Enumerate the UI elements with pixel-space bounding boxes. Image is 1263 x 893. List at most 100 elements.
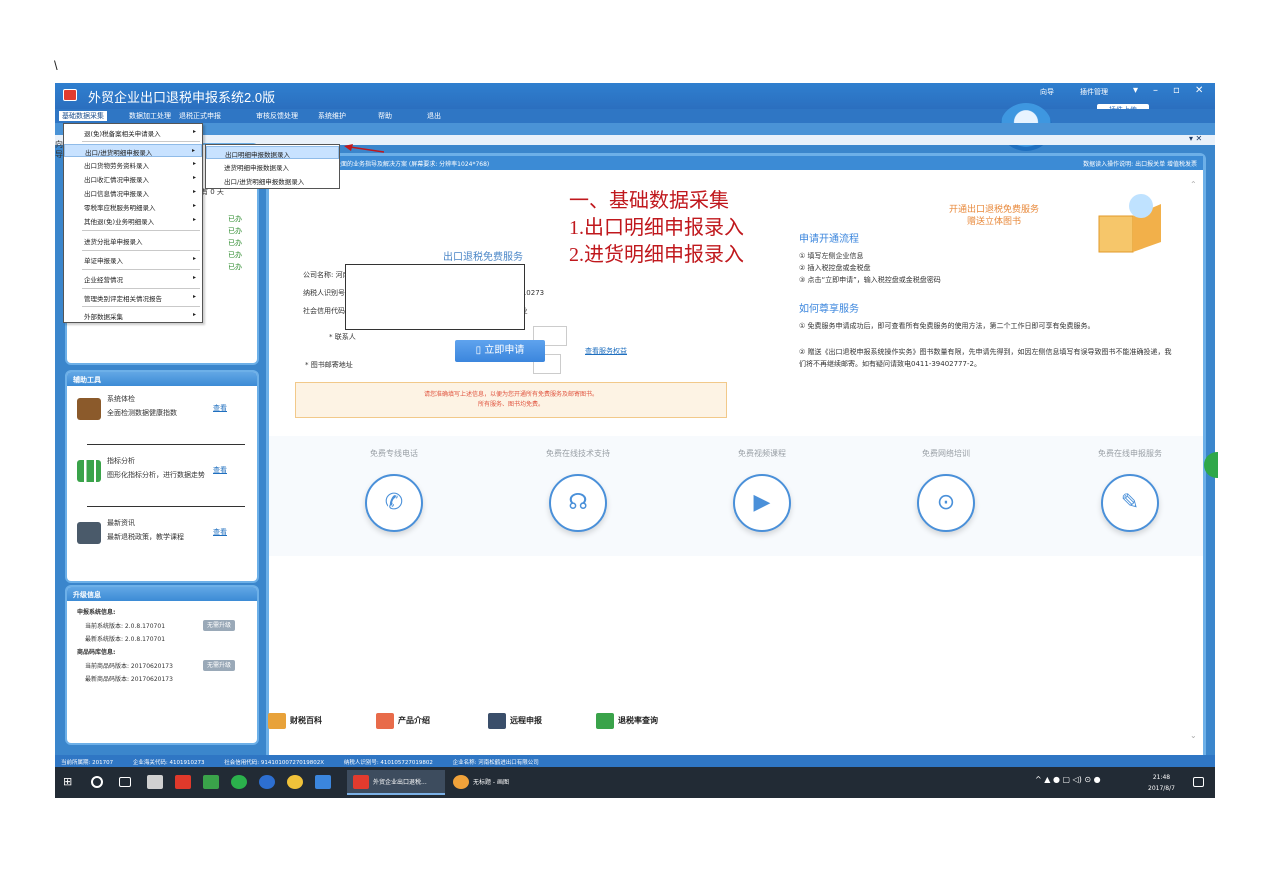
- clock-date: 2017/8/7: [1148, 785, 1175, 792]
- submenu-purchase-detail[interactable]: 进货明细申报数据录入: [206, 160, 339, 173]
- chat-icon[interactable]: [287, 775, 303, 789]
- books-icon: [268, 713, 286, 729]
- redaction-box[interactable]: [345, 264, 525, 330]
- link-product-intro[interactable]: 产品介绍: [376, 713, 430, 729]
- menu-item[interactable]: 其他退(免)业务明细录入 ▸: [64, 214, 202, 227]
- register-title: 出口退税免费服务: [443, 252, 523, 263]
- sys-upgrade-button[interactable]: 无需升级: [203, 620, 235, 631]
- red-annotation: 一、基础数据采集 1.出口明细申报录入 2.进货明细申报录入: [569, 188, 744, 269]
- upgrade-panel: 升级信息 申报系统信息: 当前系统版本: 2.0.8.170701 最新系统版本…: [65, 585, 259, 745]
- video-camera-icon: ▶: [733, 474, 791, 532]
- menu-basic-data[interactable]: 基础数据采集: [59, 111, 107, 121]
- menu-item[interactable]: 出口货物劳务资料录入 ▸: [64, 158, 202, 171]
- flow-step: ① 填写左侧企业信息: [799, 252, 864, 260]
- restore-icon[interactable]: ▫: [1173, 85, 1180, 96]
- apply-now-button[interactable]: ▯ 立即申请: [455, 340, 545, 362]
- taskbar: ⊞ 外贸企业出口退税... 无标题 - 画图 ^ ▲ ● ▢ ◁) ⊙ ● 21…: [55, 767, 1215, 798]
- panel-close-icon[interactable]: ▾ ✕: [1189, 134, 1202, 143]
- app-icon-blue[interactable]: [315, 775, 331, 789]
- view-rights-link[interactable]: 查看服务权益: [585, 346, 627, 356]
- menu-item[interactable]: 零税率应税服务明细录入 ▸: [64, 200, 202, 213]
- promo-line: 开通出口退税免费服务: [949, 205, 1040, 215]
- media-player-icon[interactable]: [231, 775, 247, 789]
- service-phone[interactable]: 免费专线电话 ✆: [319, 448, 469, 532]
- system-tray-icons[interactable]: ^ ▲ ● ▢ ◁) ⊙ ●: [1035, 775, 1101, 784]
- header-band: [55, 123, 1215, 135]
- sys-latest-version: 最新系统版本: 2.0.8.170701: [85, 636, 166, 643]
- tool-health-check: 系统体检 全面检测数据健康指数 查看: [77, 394, 253, 430]
- minimize-icon[interactable]: –: [1153, 85, 1158, 96]
- taskbar-app-label: 外贸企业出口退税...: [373, 779, 427, 786]
- service-label: 免费在线申报服务: [1098, 449, 1162, 458]
- notice-line: 请您准确填写上述信息，以便为您开通所有免费服务及邮寄图书。: [423, 391, 598, 398]
- newspaper-icon: [77, 522, 101, 544]
- task-view-icon[interactable]: [119, 777, 131, 787]
- service-tech-support[interactable]: 免费在线技术支持 ☊: [503, 448, 653, 532]
- link-remote-declare[interactable]: 远程申报: [488, 713, 542, 729]
- first-aid-kit-icon: [77, 398, 101, 420]
- code-info-head: 商品码库信息:: [77, 649, 116, 656]
- sys-info-head: 申报系统信息:: [77, 609, 116, 616]
- plugin-manage-link[interactable]: 插件管理: [1080, 87, 1108, 97]
- menu-item-export-purchase[interactable]: 出口/进货明细申报录入 ▸: [64, 144, 202, 157]
- code-upgrade-button[interactable]: 无需升级: [203, 660, 235, 671]
- tools-panel: 辅助工具 系统体检 全面检测数据健康指数 查看 指标分析 图形化指标分析，进行数…: [65, 370, 259, 583]
- browser-icon[interactable]: [259, 775, 275, 789]
- tool-view-link[interactable]: 查看: [213, 465, 227, 475]
- menu-data-process[interactable]: 数据加工处理: [129, 111, 171, 121]
- service-label: 免费网络培训: [922, 449, 970, 458]
- annotation-line: 2.进货明细申报录入: [569, 244, 744, 266]
- menu-help[interactable]: 帮助: [378, 111, 392, 121]
- close-icon[interactable]: ✕: [1195, 85, 1203, 96]
- menu-system-maintain[interactable]: 系统维护: [318, 111, 346, 121]
- menu-item[interactable]: 外部数据采集 ▸: [64, 309, 202, 322]
- tool-view-link[interactable]: 查看: [213, 527, 227, 537]
- book-gift-icon: [1098, 194, 1161, 253]
- guide-link[interactable]: 向导: [1040, 87, 1054, 97]
- submenu-export-purchase-detail[interactable]: 出口/进货明细申报数据录入: [206, 174, 339, 187]
- menu-formal-declare[interactable]: 退税正式申报: [179, 111, 221, 121]
- menu-item[interactable]: 出口收汇情况申报录入 ▸: [64, 172, 202, 185]
- app-icon-red[interactable]: [175, 775, 191, 789]
- menu-audit-feedback[interactable]: 审核反馈处理: [256, 111, 298, 121]
- submenu-export-detail[interactable]: 出口明细申报数据录入: [206, 146, 339, 159]
- notification-icon[interactable]: [1193, 777, 1204, 787]
- promo-text[interactable]: 开通出口退税免费服务 赠送立体图书: [949, 204, 1039, 228]
- menu-icon[interactable]: ▾: [1133, 85, 1138, 96]
- menu-item[interactable]: 管理类别评定相关情况报告 ▸: [64, 291, 202, 304]
- windows-start-icon[interactable]: ⊞: [63, 775, 79, 789]
- main-header: 区一为您提供出口退税全面的业务指导及解决方案 (屏幕要求: 分辨率1024*76…: [269, 156, 1203, 170]
- calculator-icon[interactable]: [147, 775, 163, 789]
- menu-item[interactable]: 单证申报录入 ▸: [64, 253, 202, 266]
- menu-separator: [82, 269, 200, 270]
- main-header-links[interactable]: 数据读入操作说明: 出口报关单 增值税发票: [1083, 159, 1197, 168]
- tool-view-link[interactable]: 查看: [213, 403, 227, 413]
- service-training[interactable]: 免费网络培训 ⊙: [871, 448, 1021, 532]
- menu-item[interactable]: 企业经营情况 ▸: [64, 272, 202, 285]
- clock[interactable]: 21:48 2017/8/7: [1148, 772, 1175, 794]
- status-item: 当前所属期: 201707: [61, 760, 114, 766]
- service-video[interactable]: 免费视频课程 ▶: [687, 448, 837, 532]
- service-label: 免费专线电话: [370, 449, 418, 458]
- paint-icon[interactable]: [453, 775, 469, 789]
- tool-name: 最新资讯: [107, 519, 135, 527]
- link-tax-wiki[interactable]: 财税百科: [268, 713, 322, 729]
- service-online-declare[interactable]: 免费在线申报服务 ✎: [1055, 448, 1205, 532]
- taskbar-app-label[interactable]: 无标题 - 画图: [473, 777, 509, 786]
- search-icon: [596, 713, 614, 729]
- presentation-icon: [376, 713, 394, 729]
- notice-box: 请您准确填写上述信息，以便为您开通所有免费服务及邮寄图书。 所有服务、图书均免费…: [295, 382, 727, 418]
- app-icon-green[interactable]: [203, 775, 219, 789]
- notice-line: 所有服务、图书均免费。: [477, 401, 544, 408]
- menu-item[interactable]: 进货分批单申报录入: [64, 234, 202, 247]
- cortana-icon[interactable]: [91, 776, 103, 788]
- flow-step: ② 插入税控盘或金税盘: [799, 264, 871, 272]
- address-label: * 图书邮寄地址: [305, 361, 353, 369]
- menu-item[interactable]: 退(免)税备案相关申请录入 ▸: [64, 126, 202, 139]
- menu-exit[interactable]: 退出: [427, 111, 441, 121]
- tool-desc: 图形化指标分析，进行数据走势: [107, 471, 205, 479]
- annotation-line: 一、基础数据采集: [569, 190, 729, 212]
- link-rebate-rate[interactable]: 退税率查询: [596, 713, 658, 729]
- menu-item[interactable]: 出口信息情况申报录入 ▸: [64, 186, 202, 199]
- status-item: 企业名称: 河南松鹤进出口有限公司: [452, 760, 539, 766]
